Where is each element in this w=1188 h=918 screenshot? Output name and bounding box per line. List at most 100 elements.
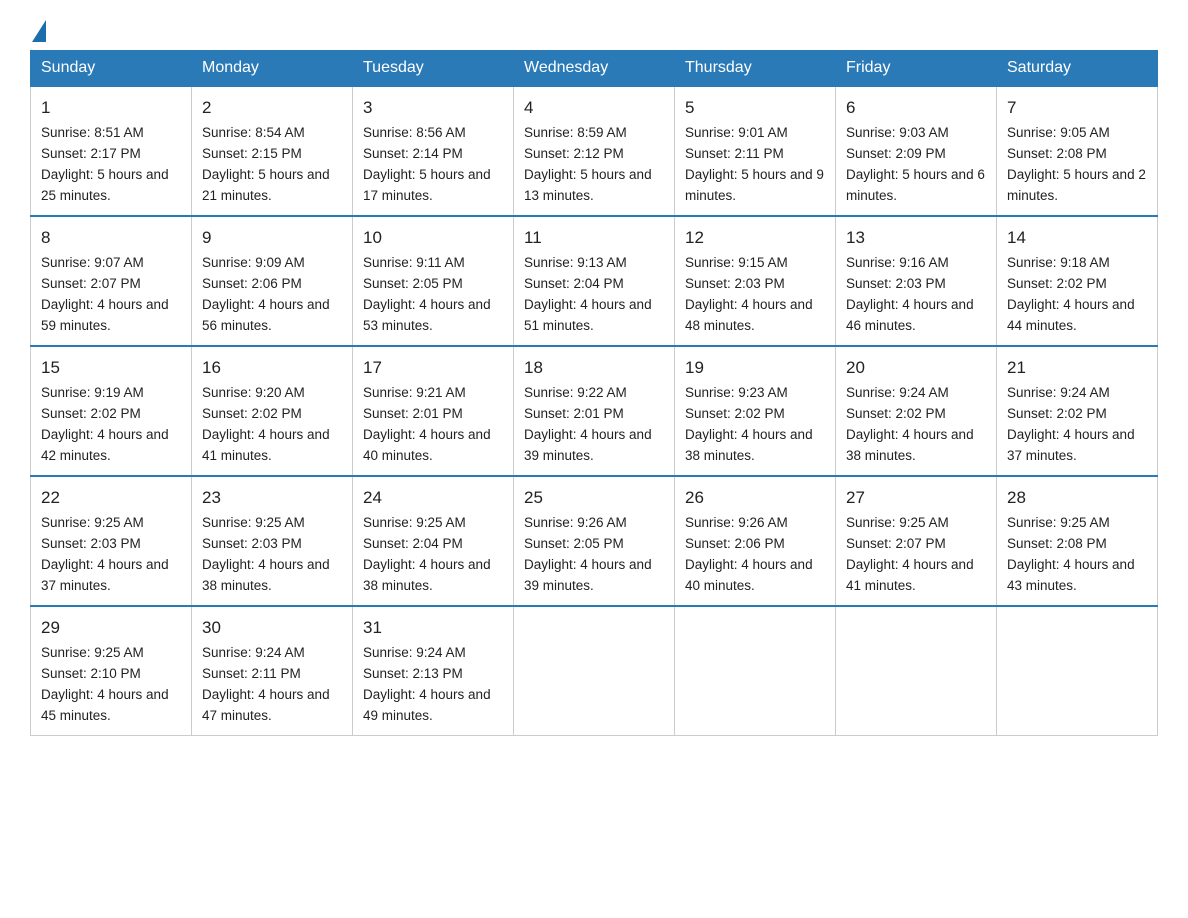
sunrise-label: Sunrise: 9:20 AM	[202, 385, 305, 400]
day-number: 7	[1007, 95, 1147, 121]
daylight-label: Daylight: 5 hours and 17 minutes.	[363, 167, 491, 203]
day-number: 13	[846, 225, 986, 251]
daylight-label: Daylight: 4 hours and 38 minutes.	[202, 557, 330, 593]
calendar-cell: 30Sunrise: 9:24 AMSunset: 2:11 PMDayligh…	[192, 606, 353, 736]
sunset-label: Sunset: 2:02 PM	[685, 406, 785, 421]
calendar-week-row: 1Sunrise: 8:51 AMSunset: 2:17 PMDaylight…	[31, 86, 1158, 216]
day-number: 17	[363, 355, 503, 381]
sunset-label: Sunset: 2:02 PM	[1007, 276, 1107, 291]
sunrise-label: Sunrise: 9:19 AM	[41, 385, 144, 400]
sunset-label: Sunset: 2:01 PM	[524, 406, 624, 421]
daylight-label: Daylight: 5 hours and 2 minutes.	[1007, 167, 1146, 203]
sunset-label: Sunset: 2:06 PM	[685, 536, 785, 551]
calendar-cell: 21Sunrise: 9:24 AMSunset: 2:02 PMDayligh…	[997, 346, 1158, 476]
calendar-cell: 27Sunrise: 9:25 AMSunset: 2:07 PMDayligh…	[836, 476, 997, 606]
day-number: 21	[1007, 355, 1147, 381]
sunset-label: Sunset: 2:04 PM	[363, 536, 463, 551]
sunset-label: Sunset: 2:08 PM	[1007, 536, 1107, 551]
sunset-label: Sunset: 2:04 PM	[524, 276, 624, 291]
sunset-label: Sunset: 2:07 PM	[41, 276, 141, 291]
calendar-cell: 3 Sunrise: 8:56 AM Sunset: 2:14 PM Daylight…	[353, 86, 514, 216]
day-number: 10	[363, 225, 503, 251]
day-number: 3	[363, 95, 503, 121]
column-header-tuesday: Tuesday	[353, 51, 514, 87]
calendar-cell: 29Sunrise: 9:25 AMSunset: 2:10 PMDayligh…	[31, 606, 192, 736]
calendar-cell: 9Sunrise: 9:09 AMSunset: 2:06 PMDaylight…	[192, 216, 353, 346]
calendar-week-row: 8Sunrise: 9:07 AMSunset: 2:07 PMDaylight…	[31, 216, 1158, 346]
daylight-label: Daylight: 4 hours and 40 minutes.	[685, 557, 813, 593]
sunrise-label: Sunrise: 9:25 AM	[363, 515, 466, 530]
sunset-label: Sunset: 2:12 PM	[524, 146, 624, 161]
sunrise-label: Sunrise: 8:56 AM	[363, 125, 466, 140]
sunset-label: Sunset: 2:06 PM	[202, 276, 302, 291]
daylight-label: Daylight: 4 hours and 38 minutes.	[363, 557, 491, 593]
day-number: 12	[685, 225, 825, 251]
sunset-label: Sunset: 2:03 PM	[846, 276, 946, 291]
calendar-week-row: 22Sunrise: 9:25 AMSunset: 2:03 PMDayligh…	[31, 476, 1158, 606]
sunset-label: Sunset: 2:03 PM	[202, 536, 302, 551]
daylight-label: Daylight: 5 hours and 13 minutes.	[524, 167, 652, 203]
calendar-cell	[514, 606, 675, 736]
day-number: 18	[524, 355, 664, 381]
day-number: 20	[846, 355, 986, 381]
daylight-label: Daylight: 5 hours and 6 minutes.	[846, 167, 985, 203]
day-number: 5	[685, 95, 825, 121]
sunrise-label: Sunrise: 9:11 AM	[363, 255, 465, 270]
sunset-label: Sunset: 2:03 PM	[41, 536, 141, 551]
daylight-label: Daylight: 4 hours and 39 minutes.	[524, 557, 652, 593]
day-number: 2	[202, 95, 342, 121]
daylight-label: Daylight: 4 hours and 44 minutes.	[1007, 297, 1135, 333]
day-number: 8	[41, 225, 181, 251]
sunrise-label: Sunrise: 8:54 AM	[202, 125, 305, 140]
daylight-label: Daylight: 4 hours and 41 minutes.	[846, 557, 974, 593]
logo	[30, 20, 46, 40]
calendar-cell: 13Sunrise: 9:16 AMSunset: 2:03 PMDayligh…	[836, 216, 997, 346]
sunrise-label: Sunrise: 9:26 AM	[685, 515, 788, 530]
logo-triangle-icon	[32, 20, 46, 42]
sunrise-label: Sunrise: 9:24 AM	[846, 385, 949, 400]
sunrise-label: Sunrise: 9:21 AM	[363, 385, 466, 400]
daylight-label: Daylight: 5 hours and 9 minutes.	[685, 167, 824, 203]
calendar-cell: 12Sunrise: 9:15 AMSunset: 2:03 PMDayligh…	[675, 216, 836, 346]
day-number: 16	[202, 355, 342, 381]
calendar-cell: 2Sunrise: 8:54 AMSunset: 2:15 PMDaylight…	[192, 86, 353, 216]
calendar-cell	[675, 606, 836, 736]
sunrise-label: Sunrise: 9:25 AM	[202, 515, 305, 530]
calendar-cell: 8Sunrise: 9:07 AMSunset: 2:07 PMDaylight…	[31, 216, 192, 346]
sunrise-label: Sunrise: 9:24 AM	[363, 645, 466, 660]
sunrise-label: Sunrise: 9:18 AM	[1007, 255, 1110, 270]
calendar-cell: 4Sunrise: 8:59 AMSunset: 2:12 PMDaylight…	[514, 86, 675, 216]
sunrise-label: Sunrise: 9:25 AM	[846, 515, 949, 530]
day-number: 15	[41, 355, 181, 381]
calendar-cell: 28Sunrise: 9:25 AMSunset: 2:08 PMDayligh…	[997, 476, 1158, 606]
sunset-label: Sunset: 2:07 PM	[846, 536, 946, 551]
column-header-friday: Friday	[836, 51, 997, 87]
calendar-table: SundayMondayTuesdayWednesdayThursdayFrid…	[30, 50, 1158, 736]
sunset-label: Sunset: 2:02 PM	[202, 406, 302, 421]
sunrise-label: Sunrise: 9:25 AM	[41, 515, 144, 530]
daylight-label: Daylight: 4 hours and 51 minutes.	[524, 297, 652, 333]
daylight-label: Daylight: 4 hours and 59 minutes.	[41, 297, 169, 333]
daylight-label: Daylight: 4 hours and 46 minutes.	[846, 297, 974, 333]
calendar-cell: 6Sunrise: 9:03 AMSunset: 2:09 PMDaylight…	[836, 86, 997, 216]
daylight-label: Daylight: 4 hours and 42 minutes.	[41, 427, 169, 463]
sunset-label: Sunset: 2:14 PM	[363, 146, 463, 161]
calendar-cell: 25Sunrise: 9:26 AMSunset: 2:05 PMDayligh…	[514, 476, 675, 606]
sunset-label: Sunset: 2:05 PM	[524, 536, 624, 551]
column-header-sunday: Sunday	[31, 51, 192, 87]
day-number: 1	[41, 95, 181, 121]
sunrise-label: Sunrise: 9:09 AM	[202, 255, 305, 270]
sunset-label: Sunset: 2:05 PM	[363, 276, 463, 291]
day-number: 24	[363, 485, 503, 511]
day-number: 25	[524, 485, 664, 511]
calendar-cell	[997, 606, 1158, 736]
day-number: 4	[524, 95, 664, 121]
day-number: 31	[363, 615, 503, 641]
day-number: 11	[524, 225, 664, 251]
daylight-label: Daylight: 4 hours and 45 minutes.	[41, 687, 169, 723]
calendar-cell: 11Sunrise: 9:13 AMSunset: 2:04 PMDayligh…	[514, 216, 675, 346]
day-number: 26	[685, 485, 825, 511]
calendar-cell: 1Sunrise: 8:51 AMSunset: 2:17 PMDaylight…	[31, 86, 192, 216]
daylight-label: Daylight: 4 hours and 47 minutes.	[202, 687, 330, 723]
sunrise-label: Sunrise: 9:24 AM	[1007, 385, 1110, 400]
